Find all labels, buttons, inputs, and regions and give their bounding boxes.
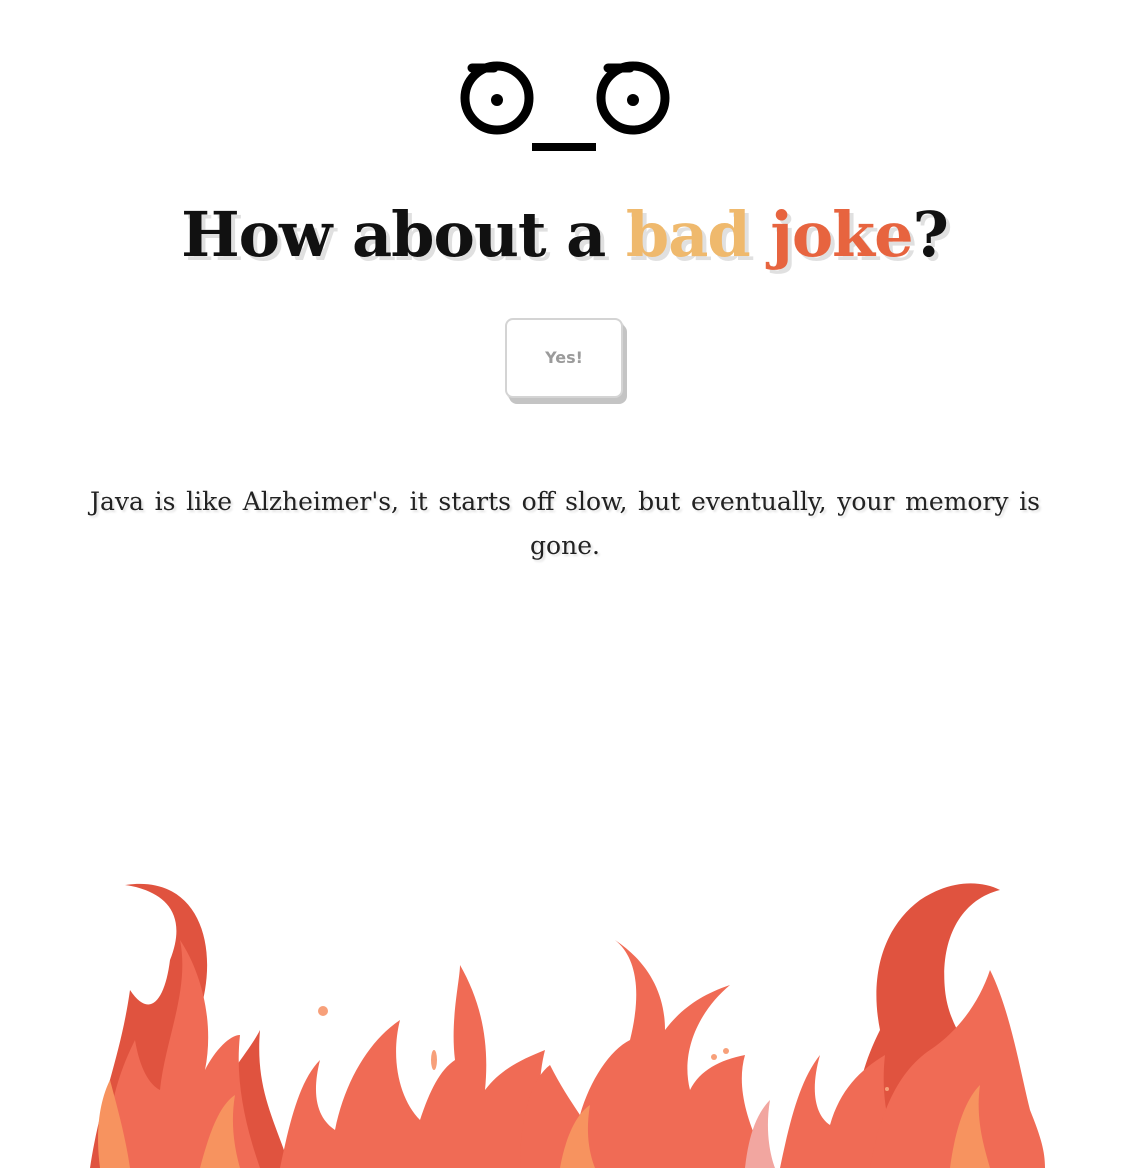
yes-button[interactable]: Yes! <box>505 318 623 398</box>
ember <box>318 1006 328 1016</box>
flame-shape <box>108 940 260 1168</box>
disapproval-face-icon <box>459 61 670 151</box>
page-title: How about a bad joke? <box>0 198 1129 271</box>
disapproval-face: ಠ_ಠ <box>0 28 1129 162</box>
ember <box>431 1050 437 1070</box>
ember <box>723 1048 729 1054</box>
ember <box>885 1087 889 1091</box>
flame-shape <box>520 940 770 1168</box>
ember <box>711 1054 717 1060</box>
flame-shape <box>280 965 560 1168</box>
fire-illustration <box>90 883 1045 1168</box>
title-word-bad: bad <box>625 198 751 271</box>
joke-text: Java is like Alzheimer's, it starts off … <box>90 487 1040 560</box>
title-prefix: How about a <box>181 198 626 271</box>
title-word-joke: joke <box>770 198 913 271</box>
title-space <box>750 198 771 271</box>
title-suffix: ? <box>912 198 949 271</box>
